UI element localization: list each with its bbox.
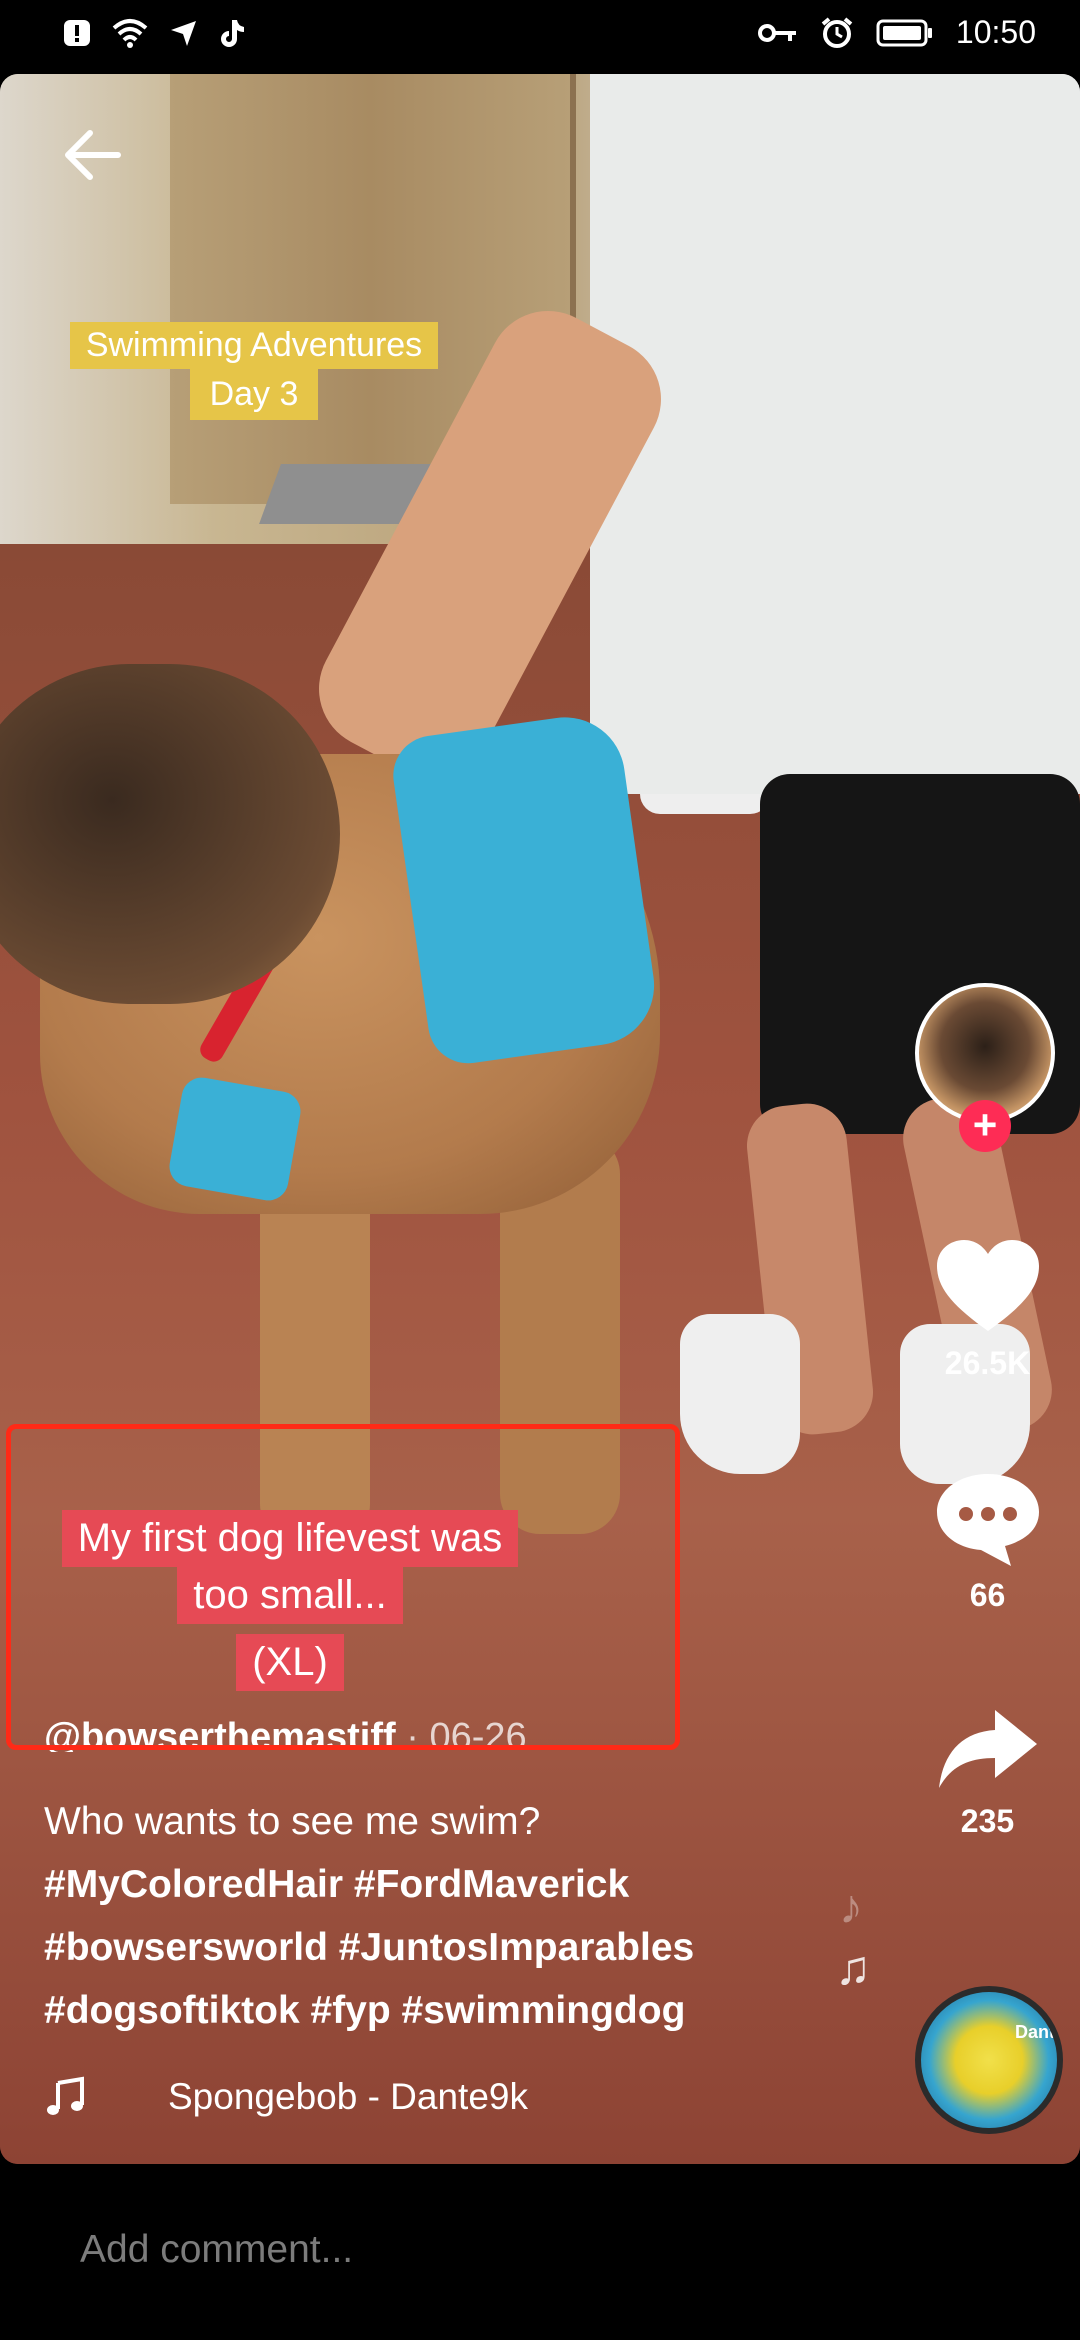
- music-title[interactable]: Spongebob - Dante9k: [168, 2076, 528, 2118]
- follow-plus-button[interactable]: +: [959, 1100, 1011, 1152]
- status-left-icons: [62, 18, 246, 48]
- share-button[interactable]: 235: [915, 1704, 1060, 1840]
- music-note-icon: ♫: [835, 1942, 871, 1995]
- video-person-shirt: [590, 74, 1080, 794]
- status-time: 10:50: [955, 14, 1036, 50]
- hashtag-line[interactable]: #dogsoftiktok #fyp #swimmingdog: [44, 1979, 804, 2042]
- location-arrow-icon: [171, 21, 196, 46]
- video-dog-lifevest: [388, 709, 662, 1069]
- key-icon: [757, 23, 796, 42]
- floating-notes: ♪ ♫: [835, 1880, 871, 1996]
- video-dog-head: [0, 664, 340, 1004]
- video-dog-lifevest-strap: [166, 1074, 304, 1204]
- highlight-box: [6, 1424, 680, 1750]
- back-arrow-icon[interactable]: [58, 120, 128, 190]
- music-note-icon: ♪: [839, 1881, 863, 1934]
- video-sticker-text: Swimming Adventures Day 3: [20, 322, 488, 420]
- description-text: Who wants to see me swim?: [44, 1800, 541, 1843]
- alert-icon: [64, 20, 90, 46]
- status-right-icons: 10:50: [757, 14, 1036, 51]
- music-note-icon: [47, 2076, 84, 2115]
- comment-icon: [936, 1474, 1039, 1566]
- share-arrow-icon: [938, 1710, 1037, 1788]
- comment-count: 66: [969, 1577, 1006, 1613]
- sticker-line: Swimming Adventures: [69, 322, 439, 369]
- post-description: Who wants to see me swim? #MyColoredHair…: [44, 1790, 804, 2042]
- video-person-sock: [680, 1314, 800, 1474]
- status-bar: 10:50: [0, 0, 1080, 72]
- disc-label: Dante9k: [1015, 2022, 1057, 2042]
- heart-icon: [936, 1240, 1039, 1331]
- music-row[interactable]: Spongebob - Dante9k: [44, 2075, 528, 2119]
- hashtag-line[interactable]: #MyColoredHair #FordMaverick: [44, 1853, 804, 1916]
- like-count: 26.5K: [944, 1345, 1031, 1381]
- wifi-icon: [112, 19, 148, 48]
- music-disc[interactable]: Dante9k: [915, 1986, 1063, 2134]
- tiktok-icon: [221, 20, 244, 47]
- battery-icon: [876, 19, 932, 46]
- hashtag-line[interactable]: #bowsersworld #JuntosImparables: [44, 1916, 804, 1979]
- like-button[interactable]: 26.5K: [915, 1236, 1060, 1382]
- sticker-line: Day 3: [189, 369, 319, 420]
- comment-input[interactable]: [78, 2227, 982, 2273]
- alarm-icon: [821, 16, 853, 48]
- comment-button[interactable]: 66: [915, 1468, 1060, 1614]
- share-count: 235: [960, 1803, 1015, 1839]
